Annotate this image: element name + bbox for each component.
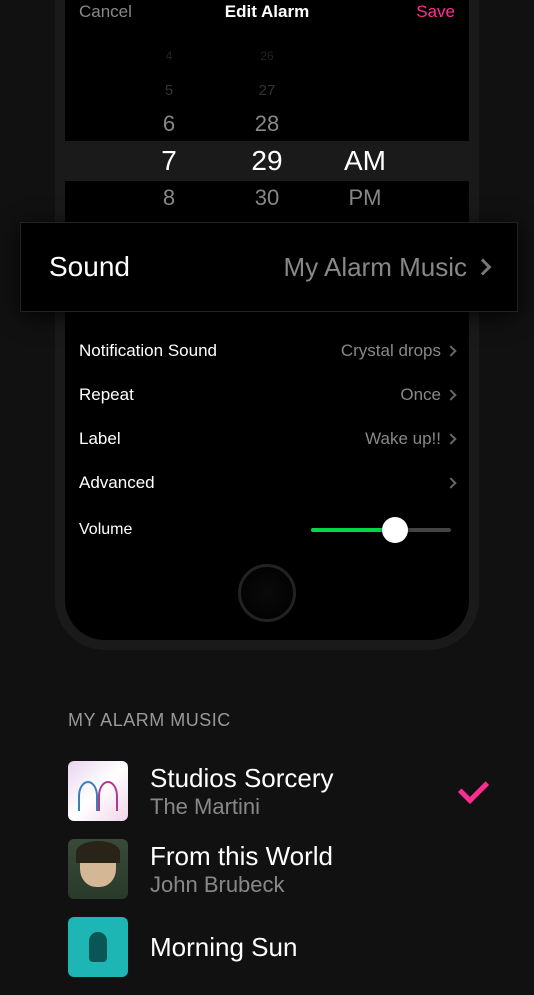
track-row[interactable]: From this World John Brubeck bbox=[20, 839, 514, 899]
music-section: MY ALARM MUSIC Studios Sorcery The Marti… bbox=[0, 690, 534, 995]
time-picker[interactable]: 4 26 5 27 6 28 7 29 AM 8 30 P bbox=[65, 39, 469, 209]
track-artist: John Brubeck bbox=[150, 872, 514, 898]
section-header: MY ALARM MUSIC bbox=[68, 710, 514, 731]
picker-period-selected: AM bbox=[335, 145, 395, 177]
picker-minute: 28 bbox=[237, 111, 297, 137]
picker-hour: 5 bbox=[139, 82, 199, 99]
album-art-icon bbox=[68, 839, 128, 899]
album-art-icon bbox=[68, 761, 128, 821]
phone-frame: Cancel Edit Alarm Save 4 26 5 27 6 28 7 bbox=[55, 0, 479, 650]
picker-period: PM bbox=[335, 185, 395, 211]
row-label: Advanced bbox=[79, 473, 155, 493]
picker-hour: 6 bbox=[139, 111, 199, 137]
checkmark-icon bbox=[458, 782, 484, 800]
volume-row: Volume bbox=[79, 505, 455, 545]
chevron-right-icon bbox=[445, 477, 456, 488]
picker-minute: 30 bbox=[237, 185, 297, 211]
advanced-row[interactable]: Advanced bbox=[79, 461, 455, 505]
row-label: Notification Sound bbox=[79, 341, 217, 361]
volume-label: Volume bbox=[79, 521, 132, 539]
picker-minute-selected: 29 bbox=[237, 145, 297, 177]
sound-value: My Alarm Music bbox=[284, 252, 489, 283]
picker-minute: 27 bbox=[237, 82, 297, 99]
notification-sound-row[interactable]: Notification Sound Crystal drops bbox=[79, 329, 455, 373]
nav-bar: Cancel Edit Alarm Save bbox=[65, 0, 469, 34]
chevron-right-icon bbox=[445, 389, 456, 400]
chevron-right-icon bbox=[475, 259, 492, 276]
track-title: From this World bbox=[150, 841, 514, 872]
settings-list: Notification Sound Crystal drops Repeat … bbox=[65, 319, 469, 545]
repeat-row[interactable]: Repeat Once bbox=[79, 373, 455, 417]
volume-slider[interactable] bbox=[311, 528, 451, 532]
row-value bbox=[447, 479, 455, 487]
save-button[interactable]: Save bbox=[416, 2, 455, 22]
picker-hour-selected: 7 bbox=[139, 145, 199, 177]
track-row[interactable]: Morning Sun bbox=[20, 917, 514, 977]
row-value: Crystal drops bbox=[341, 341, 455, 361]
cancel-button[interactable]: Cancel bbox=[79, 2, 132, 22]
album-art-icon bbox=[68, 917, 128, 977]
row-value: Wake up!! bbox=[365, 429, 455, 449]
home-button[interactable] bbox=[238, 564, 296, 622]
track-title: Morning Sun bbox=[150, 932, 514, 963]
picker-hour: 4 bbox=[139, 49, 199, 63]
row-value: Once bbox=[400, 385, 455, 405]
sound-label: Sound bbox=[49, 251, 130, 283]
chevron-right-icon bbox=[445, 345, 456, 356]
track-row[interactable]: Studios Sorcery The Martini bbox=[20, 761, 514, 821]
row-label: Label bbox=[79, 429, 121, 449]
label-row[interactable]: Label Wake up!! bbox=[79, 417, 455, 461]
row-label: Repeat bbox=[79, 385, 134, 405]
slider-thumb[interactable] bbox=[382, 517, 408, 543]
chevron-right-icon bbox=[445, 433, 456, 444]
picker-hour: 8 bbox=[139, 185, 199, 211]
picker-minute: 26 bbox=[237, 49, 297, 63]
sound-callout[interactable]: Sound My Alarm Music bbox=[20, 222, 518, 312]
nav-title: Edit Alarm bbox=[225, 2, 309, 22]
